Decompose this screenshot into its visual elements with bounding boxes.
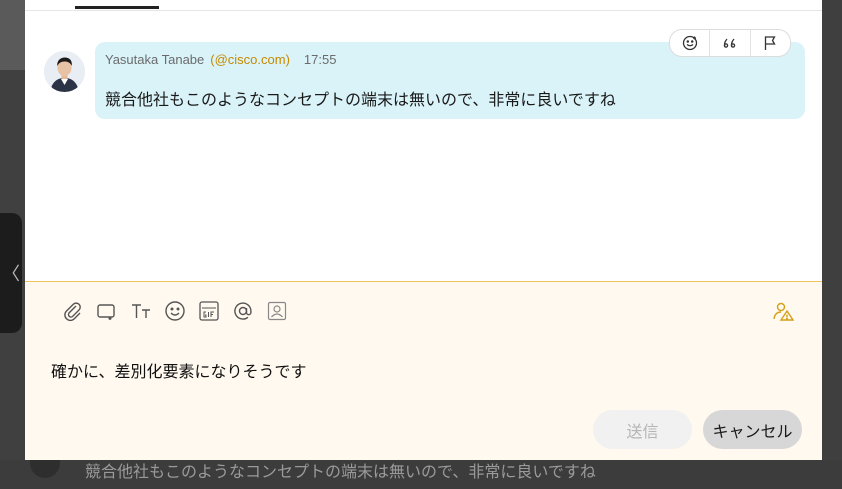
chevron-left-icon: 〈 <box>2 264 20 285</box>
backdrop-right <box>822 0 842 489</box>
active-tab-indicator <box>75 6 159 9</box>
author-email[interactable]: (@cisco.com) <box>210 52 290 67</box>
composer-toolbar <box>61 299 289 323</box>
message-actions <box>669 29 791 57</box>
edit-message-dialog: Yasutaka Tanabe (@cisco.com) 17:55 競合他社もこの… <box>25 0 822 460</box>
paperclip-icon <box>64 302 81 322</box>
gif-button[interactable] <box>197 299 221 323</box>
text-format-button[interactable] <box>129 299 153 323</box>
mention-icon <box>234 302 252 320</box>
share-contact-button[interactable] <box>265 299 289 323</box>
flag-icon <box>765 36 776 50</box>
cancel-button[interactable]: キャンセル <box>703 410 802 449</box>
quote-button[interactable] <box>710 30 751 56</box>
emoji-button[interactable] <box>163 299 187 323</box>
message-timestamp: 17:55 <box>303 52 337 67</box>
backdrop-top-strip <box>0 0 25 70</box>
message-text: 競合他社もこのようなコンセプトの端末は無いので、非常に良いですね <box>105 90 616 109</box>
collapse-panel-handle[interactable]: 〈 <box>0 213 22 333</box>
dialog-top-tabs <box>25 0 822 11</box>
quote-icon <box>723 38 736 48</box>
compose-input[interactable]: 確かに、差別化要素になりそうです <box>51 358 307 382</box>
backdrop-message-text: 競合他社もこのようなコンセプトの端末は無いので、非常に良いですね <box>85 462 596 481</box>
message-composer: 確かに、差別化要素になりそうです 送信 キャンセル <box>25 281 822 460</box>
send-button[interactable]: 送信 <box>593 410 692 449</box>
emoji-icon <box>165 301 185 321</box>
avatar[interactable] <box>44 51 85 92</box>
react-button[interactable] <box>670 30 711 56</box>
text-format-icon <box>132 304 150 318</box>
contact-card-icon <box>267 301 287 321</box>
mention-button[interactable] <box>231 299 255 323</box>
warning-icon[interactable] <box>772 300 794 322</box>
attach-file-button[interactable] <box>61 299 85 323</box>
gif-icon <box>199 301 219 321</box>
add-whiteboard-icon <box>97 304 115 320</box>
author-name: Yasutaka Tanabe <box>105 52 205 67</box>
flag-button[interactable] <box>751 30 790 56</box>
smiley-icon <box>682 35 697 51</box>
whiteboard-button[interactable] <box>95 299 119 323</box>
message-header: Yasutaka Tanabe (@cisco.com) 17:55 <box>105 52 336 67</box>
